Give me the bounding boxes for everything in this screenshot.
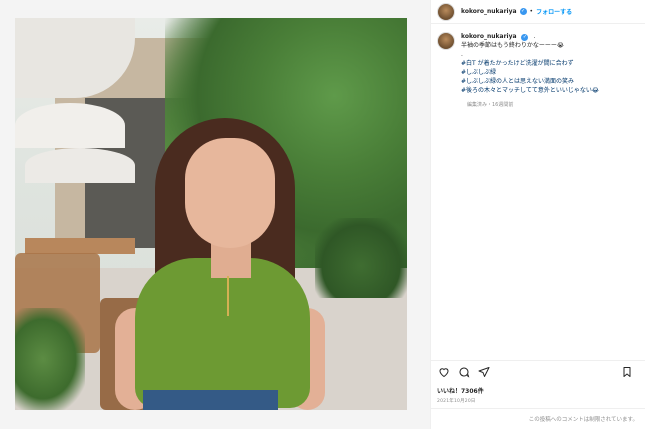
photo-person-face [185,138,275,248]
share-icon[interactable] [477,365,491,379]
hashtag-line[interactable]: #後ろの木々とマッチしてて意外といいじゃない😂 [461,86,637,95]
avatar[interactable] [437,2,455,21]
photo-umbrella [25,148,135,183]
comment-icon[interactable] [457,365,471,379]
photo-person-shirt [135,258,310,408]
hashtag-line[interactable]: #しぶしぶ緑の人とは思えない満面の笑み [461,77,637,86]
hashtag-line[interactable]: #しぶしぶ緑 [461,68,637,77]
avatar[interactable] [437,32,455,50]
caption-line: 半袖の季節はもう終わりかなーーー😭 [461,42,564,49]
post-header: kokoro_nukariya ✓ • フォローする [431,0,645,24]
photo-panel [0,0,430,429]
caption-block: kokoro_nukariya ✓ . 半袖の季節はもう終わりかなーーー😭 . … [431,24,645,108]
photo-plant [15,308,85,410]
photo-bushes [315,218,407,298]
separator-dot: • [529,8,534,15]
post-photo[interactable] [15,18,407,410]
post-date: 2021年10月20日 [437,399,476,404]
verified-badge-icon: ✓ [521,34,529,41]
heart-icon[interactable] [437,365,451,379]
instagram-post-window: kokoro_nukariya ✓ • フォローする kokoro_nukari… [0,0,645,429]
photo-person-jeans [143,390,278,410]
action-bar [431,360,645,382]
header-username[interactable]: kokoro_nukariya [461,8,517,15]
verified-badge-icon: ✓ [519,8,527,15]
caption-separator: . [533,33,536,40]
hashtag-line[interactable]: #白T が着たかったけど洗濯が間に合わず [461,59,637,68]
bookmark-icon[interactable] [620,365,634,379]
photo-table [25,238,135,254]
likes-count[interactable]: いいね！7306件 [437,386,484,395]
post-sidebar: kokoro_nukariya ✓ • フォローする kokoro_nukari… [430,0,645,429]
edited-timestamp: 編集済み・16週間前 [467,102,514,108]
photo-person-necklace [227,276,237,316]
caption-username[interactable]: kokoro_nukariya [461,33,517,40]
comments-restricted-notice: この投稿へのコメントは制限されています。 [431,408,645,429]
caption-text: kokoro_nukariya ✓ . 半袖の季節はもう終わりかなーーー😭 . … [461,32,637,95]
caption-row: kokoro_nukariya ✓ . 半袖の季節はもう終わりかなーーー😭 . … [437,32,639,95]
follow-button[interactable]: フォローする [536,7,572,16]
caption-line: . [461,51,463,58]
photo-umbrella [15,103,125,148]
